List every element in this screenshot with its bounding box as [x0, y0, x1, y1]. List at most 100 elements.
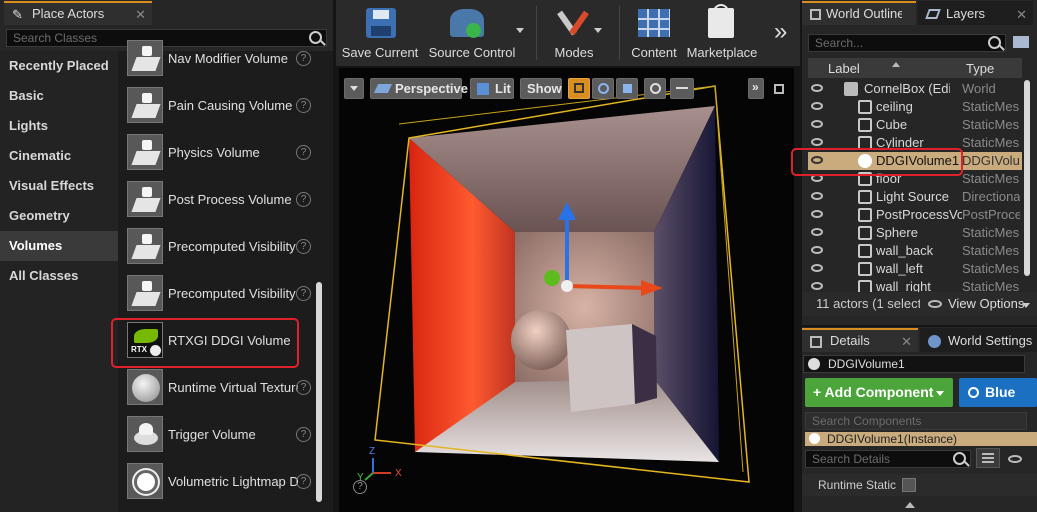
help-icon[interactable]: ? [296, 98, 311, 113]
category-volumes[interactable]: Volumes [0, 231, 118, 261]
outliner-row[interactable]: Light Source DirectionalLight [808, 188, 1022, 206]
category-all-classes[interactable]: All Classes [0, 261, 118, 291]
marketplace-button[interactable]: Marketplace [684, 0, 760, 66]
add-component-button[interactable]: + Add Component [805, 378, 953, 407]
runtime-static-checkbox[interactable] [902, 478, 916, 492]
tab-place-actors[interactable]: ✎ Place Actors ✕ [4, 1, 152, 25]
chevron-down-icon[interactable] [594, 28, 602, 33]
outliner-row-type: World [962, 81, 996, 96]
blueprint-button[interactable]: Blue [959, 378, 1037, 407]
outliner-row[interactable]: CornelBox (Editor) World [808, 80, 1022, 98]
actor-item[interactable]: Runtime Virtual Texture Volume? [122, 366, 311, 411]
actor-icon [858, 244, 872, 258]
category-lights[interactable]: Lights [0, 111, 118, 141]
outliner-row[interactable]: ceiling StaticMeshActor [808, 98, 1022, 116]
tab-details[interactable]: Details ✕ [802, 328, 918, 352]
category-recently-placed[interactable]: Recently Placed [0, 51, 118, 81]
help-icon[interactable]: ? [296, 474, 311, 489]
eye-icon[interactable] [811, 84, 823, 92]
close-icon[interactable]: ✕ [1016, 7, 1027, 23]
category-geometry[interactable]: Geometry [0, 201, 118, 231]
viewport-options-button[interactable] [344, 78, 364, 99]
view-options-button[interactable]: View Options [948, 296, 1024, 311]
perspective-button[interactable]: Perspective [370, 78, 468, 99]
actor-item[interactable]: Precomputed Visibility Override Volume? [122, 272, 311, 317]
source-control-button[interactable]: Source Control [424, 0, 524, 66]
help-icon[interactable]: ? [296, 286, 311, 301]
help-icon[interactable]: ? [296, 145, 311, 160]
scale-tool-button[interactable] [616, 78, 638, 99]
outliner-row[interactable]: wall_back StaticMeshActor [808, 242, 1022, 260]
toolbar-overflow-button[interactable]: » [774, 18, 787, 46]
search-components-input[interactable]: Search Components [805, 412, 1027, 430]
tab-details-label: Details [830, 333, 870, 348]
category-basic[interactable]: Basic [0, 81, 118, 111]
eye-icon[interactable] [811, 120, 823, 128]
eye-icon[interactable] [811, 192, 823, 200]
eye-icon[interactable] [811, 210, 823, 218]
eye-icon[interactable] [811, 102, 823, 110]
eye-icon[interactable] [811, 264, 823, 272]
expand-arrow-icon[interactable] [905, 502, 915, 508]
rotate-tool-button[interactable] [592, 78, 614, 99]
outliner-row[interactable]: Sphere StaticMeshActor [808, 224, 1022, 242]
outliner-row[interactable]: wall_left StaticMeshActor [808, 260, 1022, 278]
help-icon[interactable]: ? [353, 480, 367, 494]
chevron-down-icon[interactable] [516, 28, 524, 33]
actor-item[interactable]: Precomputed Visibility Volume? [122, 225, 311, 270]
save-current-button[interactable]: Save Current [340, 0, 420, 66]
outliner-row[interactable]: Cube StaticMeshActor [808, 116, 1022, 134]
close-icon[interactable]: ✕ [135, 7, 146, 23]
outliner-scrollbar[interactable] [1024, 80, 1030, 276]
eye-icon[interactable] [811, 138, 823, 146]
category-cinematic[interactable]: Cinematic [0, 141, 118, 171]
help-icon[interactable]: ? [296, 239, 311, 254]
viewport-overflow-button[interactable]: » [748, 78, 764, 99]
category-visual-effects[interactable]: Visual Effects [0, 171, 118, 201]
modes-button[interactable]: Modes [544, 0, 604, 66]
lit-button[interactable]: Lit [470, 78, 514, 99]
eye-icon[interactable] [1008, 455, 1022, 463]
tab-world-outliner[interactable]: World Outliner [802, 1, 916, 25]
actor-item[interactable]: Volumetric Lightmap Density Volume? [122, 460, 311, 505]
world-local-button[interactable] [644, 78, 666, 99]
actor-item[interactable]: Post Process Volume? [122, 178, 311, 223]
actor-item[interactable]: Physics Volume? [122, 131, 311, 176]
outliner-row[interactable]: PostProcessVolumePostProcessVolume [808, 206, 1022, 224]
search-icon [988, 36, 1001, 49]
actor-item[interactable]: Pain Causing Volume? [122, 84, 311, 129]
actor-name-field[interactable]: DDGIVolume1 [803, 355, 1025, 373]
actor-item[interactable]: Nav Modifier Volume? [122, 37, 311, 82]
column-label[interactable]: Label [828, 61, 860, 76]
sphere-mesh [511, 310, 571, 370]
content-button[interactable]: Content [626, 0, 682, 66]
level-viewport[interactable]: Z X Y ? [339, 68, 794, 512]
actor-item[interactable]: Trigger Volume? [122, 413, 311, 458]
component-instance-row[interactable]: DDGIVolume1(Instance) [805, 432, 1037, 446]
eye-icon[interactable] [811, 246, 823, 254]
translate-tool-button[interactable] [568, 78, 590, 99]
component-instance-label: DDGIVolume1(Instance) [827, 432, 958, 446]
show-button[interactable]: Show [520, 78, 562, 99]
help-icon[interactable]: ? [296, 427, 311, 442]
property-matrix-button[interactable] [976, 448, 1000, 468]
eye-icon[interactable] [811, 228, 823, 236]
maximize-icon[interactable] [774, 84, 784, 94]
add-folder-icon[interactable] [1013, 36, 1029, 48]
tab-layers[interactable]: Layers ✕ [918, 1, 1033, 25]
search-details-input[interactable]: Search Details [805, 450, 971, 468]
column-type[interactable]: Type [966, 61, 994, 76]
search-details-placeholder: Search Details [812, 452, 891, 466]
surface-snap-button[interactable] [670, 78, 694, 99]
viewport-scene [364, 85, 750, 483]
help-icon[interactable]: ? [296, 51, 311, 66]
outliner-search-input[interactable]: Search... [808, 34, 1006, 52]
scrollbar[interactable] [316, 282, 322, 502]
tab-world-outliner-label: World Outliner [826, 6, 902, 21]
outliner-row-name: ceiling [876, 99, 913, 114]
close-icon[interactable]: ✕ [901, 334, 912, 350]
eye-icon[interactable] [811, 282, 823, 290]
help-icon[interactable]: ? [296, 192, 311, 207]
tab-world-settings[interactable]: World Settings [920, 328, 1037, 352]
help-icon[interactable]: ? [296, 380, 311, 395]
